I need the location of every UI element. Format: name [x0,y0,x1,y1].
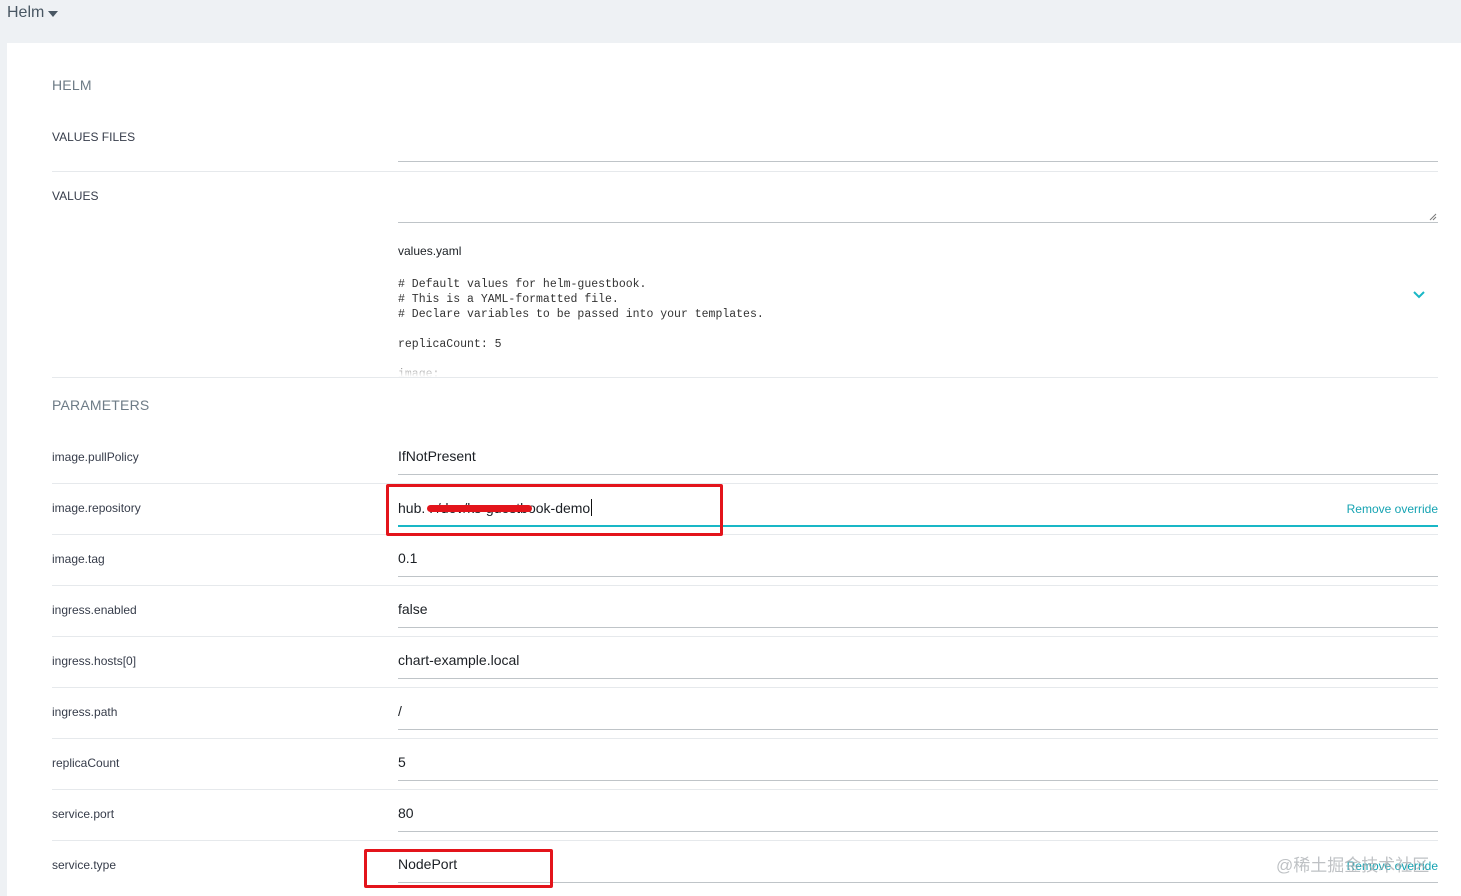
param-name: image.pullPolicy [52,450,139,464]
values-files-underline [398,161,1438,162]
yaml-line: # Declare variables to be passed into yo… [398,308,764,321]
annotation-highlight-service-type [364,849,553,888]
row-divider [52,789,1438,790]
param-value: 0.1 [398,550,418,566]
param-input-underline [398,627,1438,628]
param-value-input[interactable]: false [398,601,1438,625]
param-input-underline [398,882,1438,883]
row-divider [52,840,1438,841]
param-name: ingress.hosts[0] [52,654,137,668]
row-divider [52,585,1438,586]
param-name: service.type [52,858,117,872]
chevron-down-icon[interactable] [1413,291,1425,299]
param-value-input[interactable]: IfNotPresent [398,448,1438,472]
row-divider [52,687,1438,688]
param-value: false [398,601,428,617]
row-divider [52,738,1438,739]
param-value-input[interactable]: / [398,703,1438,727]
param-value: chart-example.local [398,652,520,668]
param-name: image.tag [52,552,105,566]
values-files-input[interactable] [398,123,1438,161]
param-value: / [398,703,402,719]
yaml-line [398,322,1378,337]
param-name: ingress.path [52,705,118,719]
param-value-input[interactable]: chart-example.local [398,652,1438,676]
values-files-label: VALUES FILES [52,130,136,144]
top-bar: Helm [0,0,1461,42]
param-input-underline [398,576,1438,577]
param-value: 5 [398,754,406,770]
parameters-section-title: PARAMETERS [52,397,150,413]
helm-settings-panel: HELM VALUES FILES VALUES values.yaml # D… [7,43,1461,896]
param-name: replicaCount [52,756,120,770]
param-value-input[interactable]: 0.1 [398,550,1438,574]
param-value-input[interactable]: 80 [398,805,1438,829]
param-name: ingress.enabled [52,603,137,617]
param-value-input[interactable]: 5 [398,754,1438,778]
yaml-line: # Default values for helm-guestbook. [398,278,647,291]
values-textarea[interactable] [398,181,1438,222]
param-input-underline [398,729,1438,730]
caret-down-icon [48,10,59,17]
remove-override-link[interactable]: Remove override [1347,502,1438,516]
param-value: IfNotPresent [398,448,476,464]
values-yaml-preview[interactable]: # Default values for helm-guestbook. # Th… [398,277,1378,377]
values-label: VALUES [52,189,99,203]
param-name: service.port [52,807,115,821]
param-value: 80 [398,805,414,821]
divider [52,377,1438,378]
divider [52,171,1438,172]
redaction-mark [427,505,532,512]
param-name: image.repository [52,501,141,515]
values-textarea-underline [398,222,1438,223]
values-yaml-filename: values.yaml [398,244,462,258]
helm-section-title: HELM [52,77,92,93]
row-divider [52,534,1438,535]
param-input-underline [398,474,1438,475]
param-input-underline [398,678,1438,679]
watermark: @稀土掘金技术社区 [1276,856,1430,875]
resize-handle-icon[interactable] [1429,213,1437,221]
param-input-underline [398,831,1438,832]
param-input-underline [398,780,1438,781]
yaml-line: # This is a YAML-formatted file. [398,293,619,306]
yaml-line: replicaCount: 5 [398,338,502,351]
helm-dropdown[interactable]: Helm [7,4,59,22]
helm-dropdown-label: Helm [7,4,45,21]
row-divider [52,636,1438,637]
row-divider [52,483,1438,484]
